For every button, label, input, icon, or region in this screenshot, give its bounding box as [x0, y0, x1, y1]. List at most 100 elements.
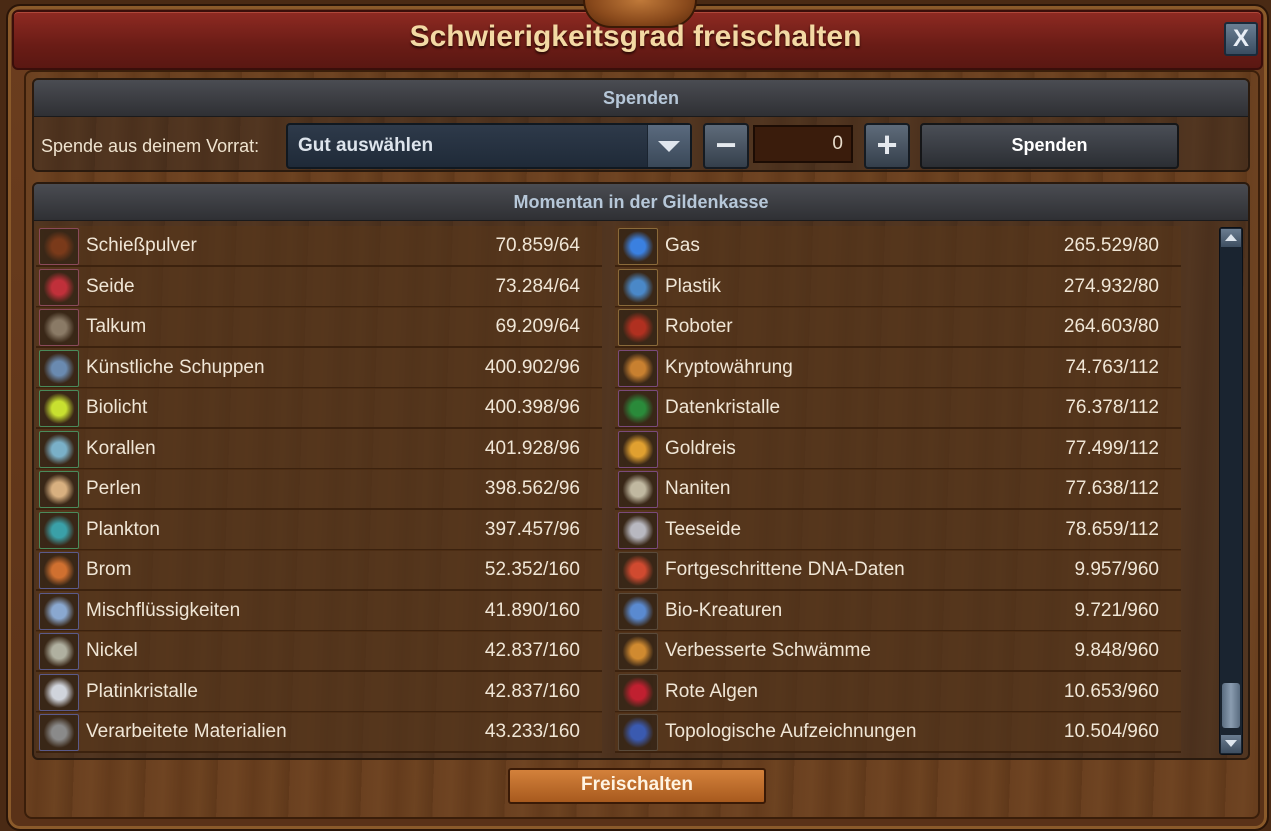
- corals-icon: [39, 430, 79, 468]
- list-item: Goldreis 77.499/112: [615, 428, 1181, 470]
- list-item: Mischflüssigkeiten 41.890/160: [36, 590, 602, 632]
- list-item: Bio-Kreaturen 9.721/960: [615, 590, 1181, 632]
- scroll-thumb[interactable]: [1222, 683, 1240, 728]
- item-name: Nickel: [86, 640, 138, 661]
- item-amount: 401.928/96: [484, 437, 580, 459]
- item-name: Schießpulver: [86, 235, 197, 256]
- good-select-value: Gut auswählen: [298, 135, 434, 156]
- platinum-crystals-icon: [39, 673, 79, 711]
- item-amount: 78.659/112: [1065, 518, 1159, 540]
- item-name: Roboter: [665, 316, 733, 337]
- item-name: Datenkristalle: [665, 397, 781, 418]
- treasury-header: Momentan in der Gildenkasse: [34, 184, 1248, 221]
- item-amount: 10.653/960: [1063, 680, 1159, 702]
- topological-records-icon: [618, 714, 658, 751]
- item-amount: 43.233/160: [484, 721, 580, 742]
- increase-button[interactable]: +: [864, 123, 910, 169]
- plankton-icon: [39, 511, 79, 549]
- list-item: Künstliche Schuppen 400.902/96: [36, 347, 602, 389]
- item-name: Seide: [86, 275, 135, 297]
- item-name: Teeseide: [665, 518, 742, 540]
- item-name: Fortgeschrittene DNA-Daten: [665, 559, 905, 580]
- list-item: Perlen 398.562/96: [36, 469, 602, 510]
- item-name: Verbesserte Schwämme: [665, 640, 871, 661]
- tea-silk-icon: [618, 511, 658, 549]
- dialog-title: Schwierigkeitsgrad freischalten: [409, 20, 862, 53]
- list-item: Nickel 42.837/160: [36, 631, 602, 672]
- list-item: Kryptowährung 74.763/112: [615, 347, 1181, 389]
- item-name: Plankton: [86, 518, 160, 540]
- item-amount: 274.932/80: [1063, 275, 1159, 297]
- mixed-liquids-icon: [39, 592, 79, 630]
- list-item: Biolicht 400.398/96: [36, 388, 602, 429]
- list-item: Verbesserte Schwämme 9.848/960: [615, 631, 1181, 672]
- list-item: Korallen 401.928/96: [36, 428, 602, 470]
- item-amount: 42.837/160: [484, 680, 580, 702]
- item-amount: 9.848/960: [1074, 640, 1159, 661]
- list-item: Schießpulver 70.859/64: [36, 226, 602, 267]
- chevron-down-icon[interactable]: [647, 125, 690, 167]
- item-name: Topologische Aufzeichnungen: [665, 721, 917, 742]
- list-item: Naniten 77.638/112: [615, 469, 1181, 510]
- item-amount: 398.562/96: [484, 478, 580, 499]
- list-item: Seide 73.284/64: [36, 266, 602, 308]
- item-name: Rote Algen: [665, 680, 758, 702]
- item-name: Biolicht: [86, 397, 148, 418]
- cryptocurrency-icon: [618, 349, 658, 387]
- plastic-icon: [618, 268, 658, 306]
- item-amount: 52.352/160: [484, 559, 580, 580]
- donate-button[interactable]: Spenden: [920, 123, 1179, 169]
- item-amount: 70.859/64: [495, 235, 580, 256]
- list-item: Rote Algen 10.653/960: [615, 671, 1181, 713]
- list-item: Fortgeschrittene DNA-Daten 9.957/960: [615, 550, 1181, 591]
- gas-icon: [618, 228, 658, 265]
- scroll-up-icon[interactable]: [1221, 229, 1241, 247]
- item-name: Brom: [86, 559, 132, 580]
- item-amount: 10.504/960: [1063, 721, 1159, 742]
- item-amount: 77.638/112: [1065, 478, 1159, 499]
- list-item: Gas 265.529/80: [615, 226, 1181, 267]
- item-amount: 73.284/64: [495, 275, 580, 297]
- nickel-icon: [39, 633, 79, 670]
- item-amount: 42.837/160: [484, 640, 580, 661]
- item-amount: 41.890/160: [484, 599, 580, 621]
- scroll-down-icon[interactable]: [1221, 735, 1241, 753]
- item-amount: 9.721/960: [1074, 599, 1159, 621]
- item-amount: 77.499/112: [1065, 437, 1159, 459]
- golden-rice-icon: [618, 430, 658, 468]
- red-algae-icon: [618, 673, 658, 711]
- biolight-icon: [39, 390, 79, 427]
- item-name: Naniten: [665, 478, 731, 499]
- processed-materials-icon: [39, 714, 79, 751]
- donate-header: Spenden: [34, 80, 1248, 117]
- list-item: Talkum 69.209/64: [36, 307, 602, 348]
- good-select-dropdown[interactable]: Gut auswählen: [286, 123, 692, 169]
- bromine-icon: [39, 552, 79, 589]
- list-item: Topologische Aufzeichnungen 10.504/960: [615, 712, 1181, 753]
- list-item: Plankton 397.457/96: [36, 509, 602, 551]
- item-amount: 9.957/960: [1074, 559, 1159, 580]
- unlock-button[interactable]: Freischalten: [508, 768, 766, 804]
- item-amount: 400.398/96: [484, 397, 580, 418]
- close-button[interactable]: X: [1224, 22, 1258, 56]
- list-item: Platinkristalle 42.837/160: [36, 671, 602, 713]
- item-amount: 400.902/96: [484, 356, 580, 378]
- robot-icon: [618, 309, 658, 346]
- data-crystals-icon: [618, 390, 658, 427]
- item-name: Talkum: [86, 316, 147, 337]
- decrease-button[interactable]: −: [703, 123, 749, 169]
- item-name: Plastik: [665, 275, 721, 297]
- item-name: Bio-Kreaturen: [665, 599, 783, 621]
- donate-label: Spende aus deinem Vorrat:: [41, 136, 260, 156]
- item-amount: 74.763/112: [1065, 356, 1159, 378]
- improved-sponges-icon: [618, 633, 658, 670]
- item-name: Mischflüssigkeiten: [86, 599, 241, 621]
- list-item: Plastik 274.932/80: [615, 266, 1181, 308]
- scrollbar[interactable]: [1219, 227, 1243, 755]
- quantity-input[interactable]: 0: [753, 125, 853, 163]
- item-name: Goldreis: [665, 437, 736, 459]
- advanced-dna-data-icon: [618, 552, 658, 589]
- talc-icon: [39, 309, 79, 346]
- list-item: Datenkristalle 76.378/112: [615, 388, 1181, 429]
- item-amount: 76.378/112: [1065, 397, 1159, 418]
